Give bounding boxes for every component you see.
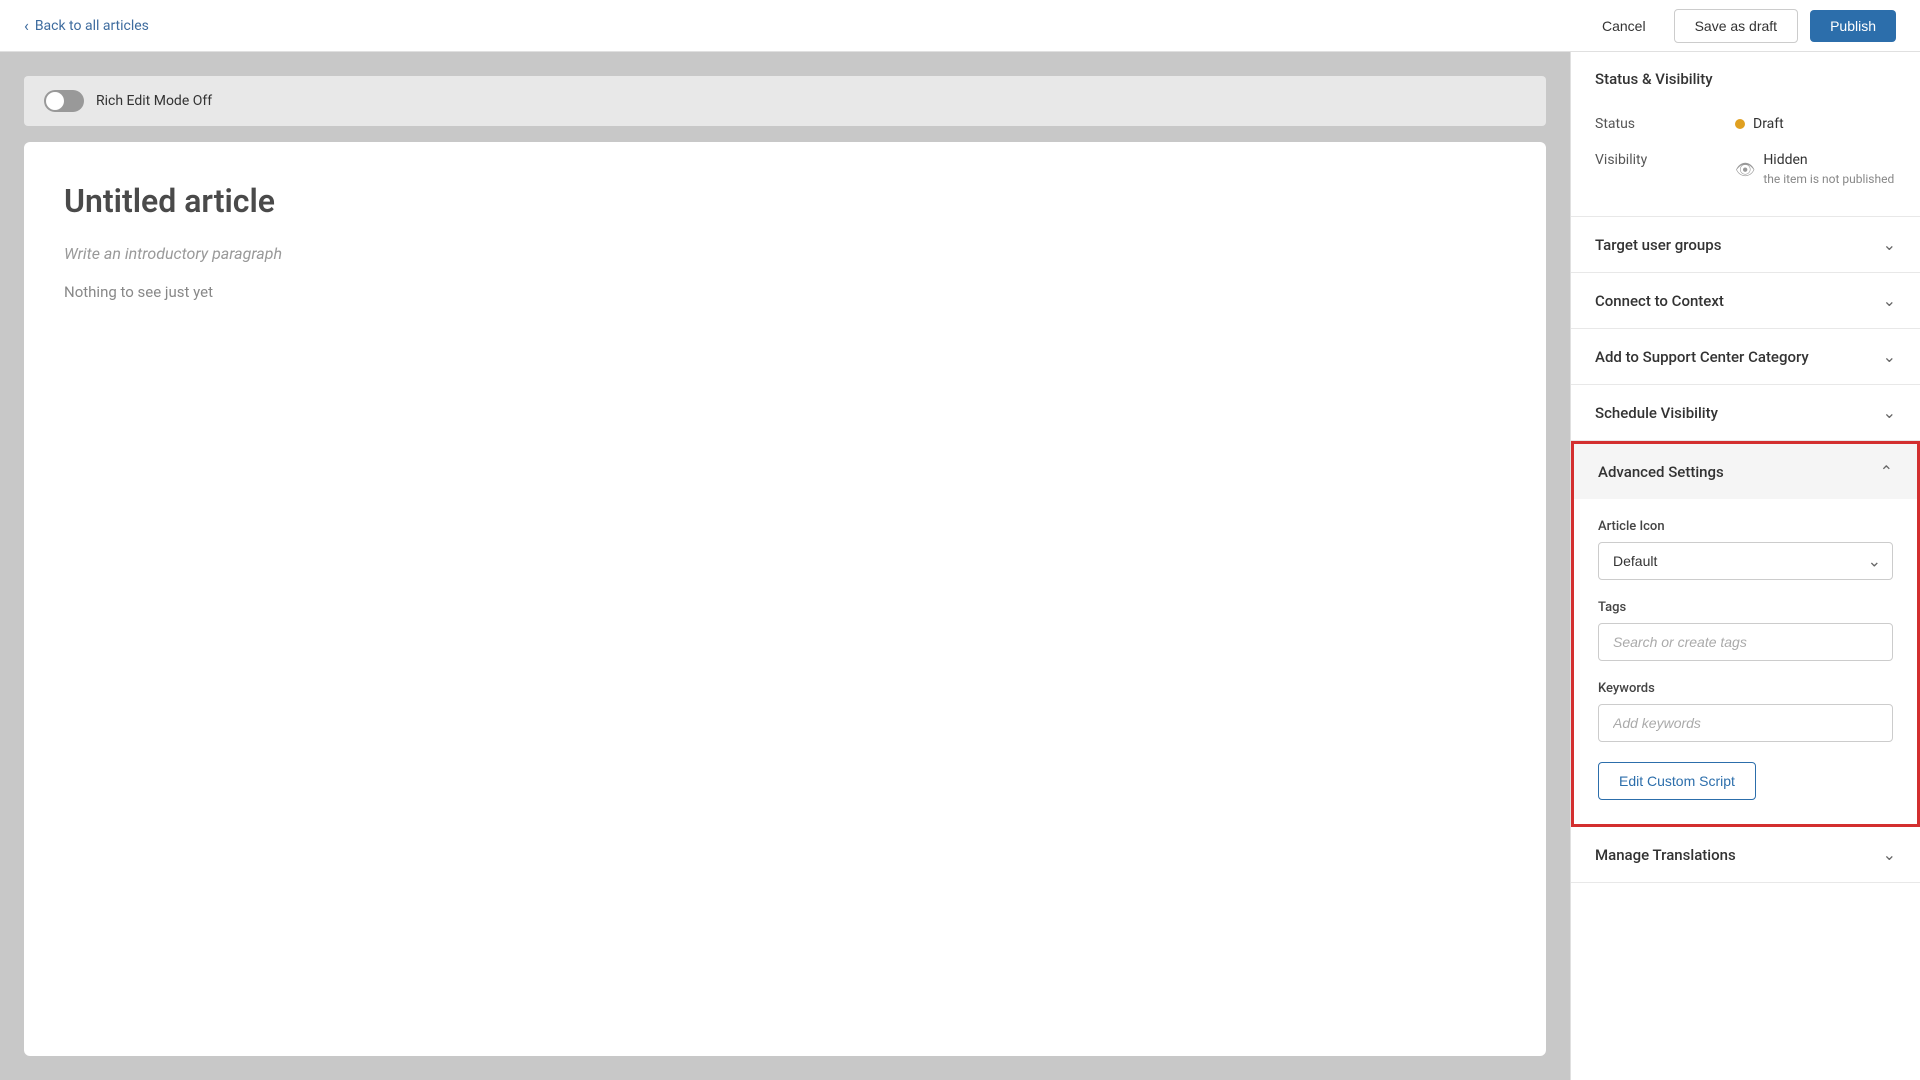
article-empty: Nothing to see just yet xyxy=(64,283,1506,301)
status-visibility-title: Status & Visibility xyxy=(1595,70,1713,88)
visibility-label: Visibility xyxy=(1595,152,1675,168)
back-label: Back to all articles xyxy=(35,18,149,34)
status-visibility-header[interactable]: Status & Visibility xyxy=(1571,52,1920,106)
target-user-groups-title: Target user groups xyxy=(1595,236,1721,254)
add-category-section: Add to Support Center Category ⌄ xyxy=(1571,329,1920,385)
cancel-button[interactable]: Cancel xyxy=(1586,10,1662,42)
add-category-title: Add to Support Center Category xyxy=(1595,348,1809,366)
edit-script-wrapper: Edit Custom Script xyxy=(1598,762,1893,800)
visibility-col: Hidden the item is not published xyxy=(1763,152,1894,186)
article-icon-label: Article Icon xyxy=(1598,519,1893,534)
status-visibility-section: Status & Visibility Status Draft Visibil… xyxy=(1571,52,1920,217)
article-icon-field: Article Icon Default ⌄ xyxy=(1598,519,1893,580)
rich-edit-toggle[interactable] xyxy=(44,90,84,112)
target-user-groups-header[interactable]: Target user groups ⌄ xyxy=(1571,217,1920,272)
eye-off-icon: 👁︎ xyxy=(1735,160,1755,179)
status-value: Draft xyxy=(1735,116,1784,132)
advanced-settings-title: Advanced Settings xyxy=(1598,463,1724,481)
schedule-visibility-header[interactable]: Schedule Visibility ⌄ xyxy=(1571,385,1920,440)
chevron-down-icon: ⌄ xyxy=(1883,403,1896,422)
keywords-field: Keywords xyxy=(1598,681,1893,742)
top-bar: ‹ Back to all articles Cancel Save as dr… xyxy=(0,0,1920,52)
top-bar-left: ‹ Back to all articles xyxy=(24,16,1574,35)
connect-context-section: Connect to Context ⌄ xyxy=(1571,273,1920,329)
publish-button[interactable]: Publish xyxy=(1810,10,1896,42)
visibility-value: 👁︎ Hidden the item is not published xyxy=(1735,152,1894,186)
visibility-sub-text: the item is not published xyxy=(1763,172,1894,186)
schedule-visibility-section: Schedule Visibility ⌄ xyxy=(1571,385,1920,441)
article-icon-select[interactable]: Default xyxy=(1598,542,1893,580)
chevron-down-icon: ⌄ xyxy=(1883,845,1896,864)
connect-context-header[interactable]: Connect to Context ⌄ xyxy=(1571,273,1920,328)
connect-context-title: Connect to Context xyxy=(1595,292,1724,310)
chevron-left-icon: ‹ xyxy=(24,16,29,35)
edit-custom-script-button[interactable]: Edit Custom Script xyxy=(1598,762,1756,800)
back-link[interactable]: ‹ Back to all articles xyxy=(24,16,149,35)
status-label: Status xyxy=(1595,116,1675,132)
chevron-up-icon: ⌃ xyxy=(1880,462,1893,481)
article-title[interactable]: Untitled article xyxy=(64,182,1506,220)
draft-dot-icon xyxy=(1735,119,1745,129)
advanced-settings-header[interactable]: Advanced Settings ⌃ xyxy=(1574,444,1917,499)
tags-label: Tags xyxy=(1598,600,1893,615)
visibility-row: Visibility 👁︎ Hidden the item is not pub… xyxy=(1595,142,1896,196)
keywords-input[interactable] xyxy=(1598,704,1893,742)
schedule-visibility-title: Schedule Visibility xyxy=(1595,404,1718,422)
main-layout: Rich Edit Mode Off Untitled article Writ… xyxy=(0,52,1920,1080)
chevron-down-icon: ⌄ xyxy=(1883,291,1896,310)
target-user-groups-section: Target user groups ⌄ xyxy=(1571,217,1920,273)
right-sidebar: Status & Visibility Status Draft Visibil… xyxy=(1570,52,1920,1080)
visibility-text: Hidden xyxy=(1763,152,1894,168)
manage-translations-header[interactable]: Manage Translations ⌄ xyxy=(1571,827,1920,882)
article-icon-select-wrapper: Default ⌄ xyxy=(1598,542,1893,580)
advanced-settings-content: Article Icon Default ⌄ Tags Keywords xyxy=(1574,499,1917,824)
add-category-header[interactable]: Add to Support Center Category ⌄ xyxy=(1571,329,1920,384)
tags-field: Tags xyxy=(1598,600,1893,661)
manage-translations-section: Manage Translations ⌄ xyxy=(1571,827,1920,883)
chevron-down-icon: ⌄ xyxy=(1883,235,1896,254)
chevron-down-icon: ⌄ xyxy=(1883,347,1896,366)
rich-edit-label: Rich Edit Mode Off xyxy=(96,93,212,109)
advanced-settings-section: Advanced Settings ⌃ Article Icon Default… xyxy=(1571,441,1920,827)
editor-area: Rich Edit Mode Off Untitled article Writ… xyxy=(0,52,1570,1080)
save-draft-button[interactable]: Save as draft xyxy=(1674,9,1799,43)
rich-edit-bar: Rich Edit Mode Off xyxy=(24,76,1546,126)
status-row: Status Draft xyxy=(1595,106,1896,142)
status-text: Draft xyxy=(1753,116,1784,132)
article-intro[interactable]: Write an introductory paragraph xyxy=(64,244,1506,263)
status-section-content: Status Draft Visibility 👁︎ Hidden the it… xyxy=(1571,106,1920,216)
keywords-label: Keywords xyxy=(1598,681,1893,696)
article-card: Untitled article Write an introductory p… xyxy=(24,142,1546,1056)
manage-translations-title: Manage Translations xyxy=(1595,846,1736,864)
tags-input[interactable] xyxy=(1598,623,1893,661)
